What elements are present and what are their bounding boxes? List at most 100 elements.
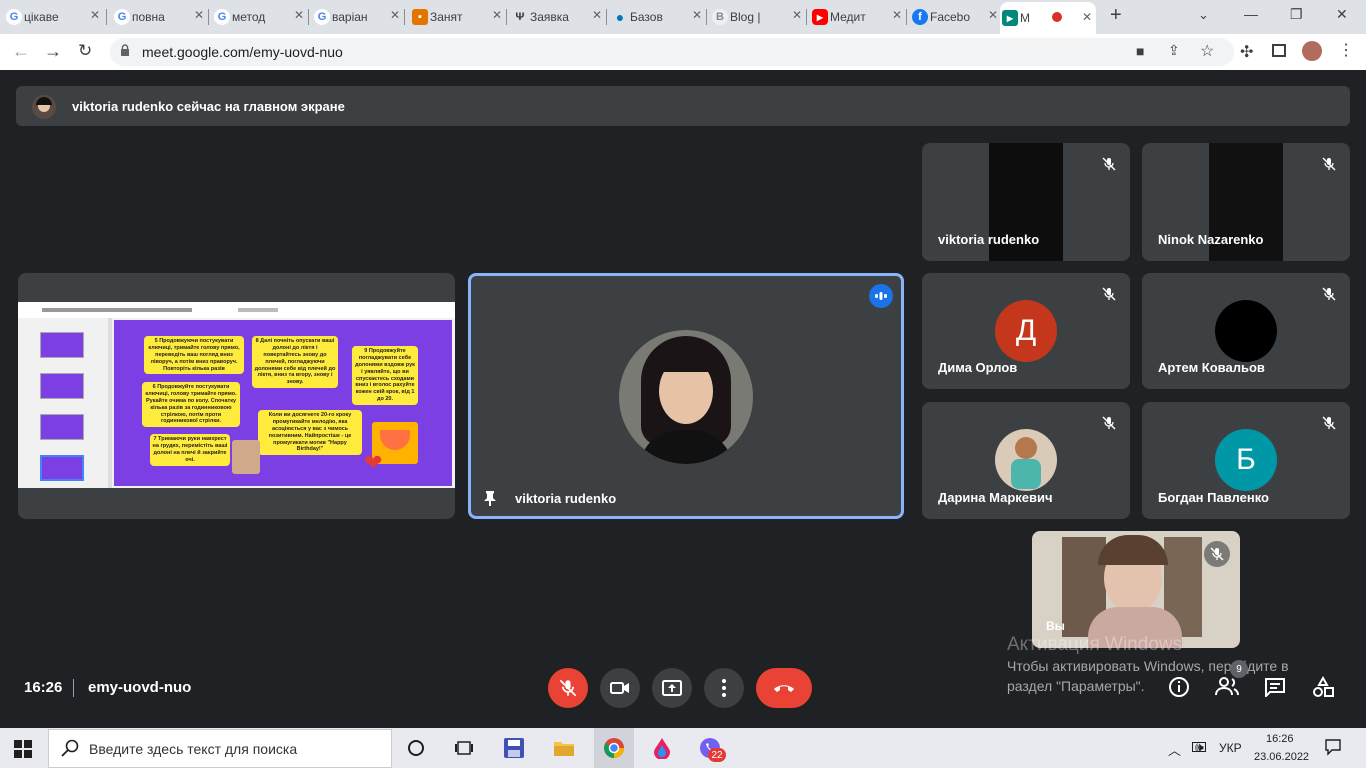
recording-icon — [1052, 12, 1062, 22]
browser-tab-active[interactable]: ▶ М ✕ — [1000, 2, 1096, 34]
browser-tab[interactable]: G варіан ✕ — [312, 4, 404, 30]
slide-canvas: 5 Продовжуючи постукувати ключиці, трима… — [114, 320, 452, 486]
more-vert-icon — [722, 679, 726, 697]
meeting-code: emy-uovd-nuo — [88, 679, 192, 696]
drop-app-icon[interactable] — [650, 736, 674, 760]
presenting-banner: viktoria rudenko сейчас на главном экран… — [16, 86, 1350, 126]
meet-icon: ▶ — [1002, 10, 1018, 26]
chat-button[interactable] — [1264, 677, 1288, 699]
chrome-icon[interactable] — [602, 736, 626, 760]
info-icon — [1169, 677, 1189, 697]
participant-name: Ninok Nazarenko — [1158, 232, 1264, 247]
cortana-icon[interactable] — [404, 736, 428, 760]
new-tab-icon[interactable]: + — [1110, 4, 1122, 27]
share-icon[interactable]: ⇪ — [1168, 42, 1180, 59]
present-button[interactable] — [652, 668, 692, 708]
avatar — [995, 429, 1057, 491]
tray-chevron-icon[interactable]: ︿ — [1168, 740, 1181, 759]
close-icon[interactable]: ✕ — [692, 8, 702, 22]
camera-permission-icon[interactable]: ■ — [1136, 43, 1144, 59]
meeting-info-button[interactable] — [1168, 676, 1192, 700]
slide-note: 6 Продовжуйте постукувати ключиці, голов… — [142, 382, 240, 428]
google-icon: G — [214, 9, 230, 25]
back-icon[interactable]: ← — [12, 41, 30, 62]
people-icon — [1215, 677, 1239, 696]
close-icon[interactable]: ✕ — [492, 8, 502, 22]
participant-tile[interactable]: Артем Ковальов — [1142, 273, 1350, 389]
participant-tile[interactable]: Дарина Маркевич — [922, 402, 1130, 519]
presenter-avatar — [32, 95, 56, 119]
browser-tab[interactable]: f Facebo ✕ — [910, 4, 1002, 30]
participant-tile[interactable]: Ninok Nazarenko — [1142, 143, 1350, 261]
close-icon[interactable]: ✕ — [592, 8, 602, 22]
camera-icon — [610, 682, 629, 694]
self-view-tile[interactable]: Вы — [1032, 531, 1240, 648]
browser-tab[interactable]: ● Базов ✕ — [610, 4, 706, 30]
browser-tab[interactable]: G цікаве ✕ — [4, 4, 104, 30]
extensions-icon[interactable]: ✣ — [1240, 42, 1253, 62]
browser-tab[interactable]: Ψ Заявка ✕ — [510, 4, 606, 30]
browser-tab[interactable]: ▪ Занят ✕ — [410, 4, 506, 30]
viber-badge: 22 — [708, 748, 726, 762]
close-icon[interactable]: ✕ — [390, 8, 400, 22]
taskbar-search-box[interactable]: Введите здесь текст для поиска — [48, 729, 392, 768]
profile-avatar[interactable] — [1302, 41, 1322, 61]
mic-off-icon — [1096, 151, 1122, 177]
browser-tab[interactable]: ▶ Медит ✕ — [810, 4, 906, 30]
bookmark-star-icon[interactable]: ☆ — [1200, 41, 1214, 61]
clock-time[interactable]: 16:26 — [1266, 733, 1294, 745]
activities-button[interactable] — [1312, 675, 1336, 700]
clock-date[interactable]: 23.06.2022 — [1254, 751, 1309, 763]
participant-tile[interactable]: viktoria rudenko — [922, 143, 1130, 261]
address-bar[interactable]: meet.google.com/emy-uovd-nuo ■ ⇪ ☆ — [110, 38, 1234, 66]
participant-name: Дарина Маркевич — [938, 490, 1053, 505]
screen-share-tile[interactable]: 5 Продовжуючи постукувати ключиці, трима… — [18, 273, 455, 519]
menu-dots-icon[interactable]: ⋮ — [1338, 40, 1354, 60]
notifications-icon[interactable] — [1324, 738, 1342, 761]
file-explorer-icon[interactable] — [552, 736, 576, 760]
chat-icon — [1265, 678, 1285, 699]
task-view-icon[interactable] — [452, 736, 476, 760]
close-icon[interactable]: ✕ — [1082, 10, 1092, 24]
close-icon[interactable]: ✕ — [892, 8, 902, 22]
close-icon[interactable]: ✕ — [988, 8, 998, 22]
participant-name: Артем Ковальов — [1158, 360, 1265, 375]
google-icon: G — [6, 9, 22, 25]
main-speaker-tile[interactable]: viktoria rudenko — [468, 273, 904, 519]
slide-note: 9 Продовжуйте погладжувати себе долонями… — [352, 346, 418, 405]
people-button[interactable] — [1214, 676, 1242, 700]
app-save-icon[interactable] — [502, 736, 526, 760]
keyboard-language[interactable]: УКР — [1219, 741, 1242, 755]
avatar: Д — [995, 300, 1057, 362]
forward-icon[interactable]: → — [44, 41, 62, 62]
mic-off-icon — [1316, 281, 1342, 307]
window-close-icon[interactable]: ✕ — [1336, 6, 1348, 23]
close-icon[interactable]: ✕ — [90, 8, 100, 22]
close-icon[interactable]: ✕ — [792, 8, 802, 22]
windows-start-icon[interactable] — [14, 740, 32, 763]
activation-title: Активация Windows — [1007, 634, 1183, 655]
tab-search-icon[interactable]: ⌄ — [1198, 7, 1209, 23]
close-icon[interactable]: ✕ — [194, 8, 204, 22]
activation-line2: раздел "Параметры". — [1007, 678, 1145, 694]
more-options-button[interactable] — [704, 668, 744, 708]
classroom-icon: ▪ — [412, 9, 428, 25]
minimize-icon[interactable]: — — [1244, 6, 1258, 22]
participant-tile[interactable]: Д Дима Орлов — [922, 273, 1130, 389]
browser-tab[interactable]: G повна ✕ — [112, 4, 208, 30]
participant-tile[interactable]: Б Богдан Павленко — [1142, 402, 1350, 519]
avatar: Б — [1215, 429, 1277, 491]
slide-note: 8 Далі почніть опускати ваші долоні до л… — [252, 336, 338, 389]
reload-icon[interactable]: ↻ — [78, 41, 92, 61]
restore-icon[interactable]: ❐ — [1290, 6, 1303, 23]
pin-icon[interactable] — [483, 490, 497, 511]
browser-tab[interactable]: G метод ✕ — [212, 4, 308, 30]
slide-photo — [232, 440, 260, 474]
mic-toggle-button[interactable] — [548, 668, 588, 708]
close-icon[interactable]: ✕ — [294, 8, 304, 22]
leave-call-button[interactable] — [756, 668, 812, 708]
side-panel-icon[interactable] — [1272, 44, 1286, 57]
camera-toggle-button[interactable] — [600, 668, 640, 708]
browser-tab[interactable]: B Blog | ✕ — [710, 4, 806, 30]
volume-icon[interactable]: 🕪 — [1195, 739, 1204, 756]
